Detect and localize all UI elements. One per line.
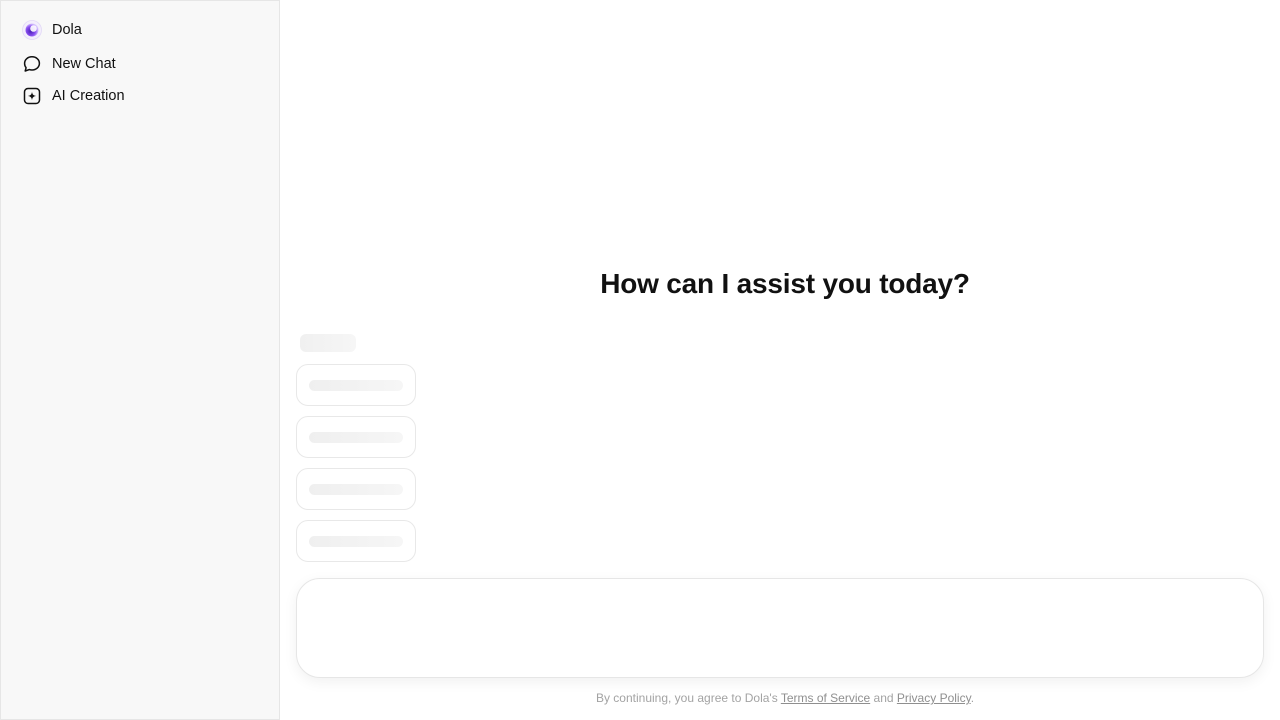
- loading-bar: [309, 536, 403, 547]
- dola-logo-icon: [22, 20, 42, 40]
- sidebar-item-label: Dola: [52, 22, 82, 38]
- page-title: How can I assist you today?: [600, 268, 970, 299]
- loading-bar: [309, 432, 403, 443]
- legal-suffix: .: [970, 691, 975, 705]
- legal-and: and: [870, 691, 897, 705]
- sidebar-item-dola[interactable]: Dola: [22, 18, 82, 42]
- legal-prefix: By continuing, you agree to Dola's: [595, 691, 781, 705]
- terms-of-service-link[interactable]: Terms of Service: [781, 691, 870, 705]
- loading-suggestion-card: [296, 520, 416, 562]
- loading-suggestion-card: [296, 468, 416, 510]
- sidebar-item-ai-creation[interactable]: AI Creation: [22, 84, 125, 108]
- sidebar-item-label: New Chat: [52, 56, 116, 72]
- loading-bar: [309, 380, 403, 391]
- chat-bubble-icon: [22, 54, 42, 74]
- sidebar-item-new-chat[interactable]: New Chat: [22, 52, 116, 76]
- message-input[interactable]: [297, 579, 1263, 677]
- loading-suggestion-card: [296, 364, 416, 406]
- app-window: Dola New Chat AI Creation How can I assi…: [0, 0, 1280, 720]
- sidebar-item-label: AI Creation: [52, 88, 125, 104]
- privacy-policy-link[interactable]: Privacy Policy: [897, 691, 971, 705]
- loading-bar: [309, 484, 403, 495]
- sidebar: Dola New Chat AI Creation: [0, 0, 280, 720]
- legal-notice: By continuing, you agree to Dola's Terms…: [280, 691, 1280, 705]
- plus-sparkle-square-icon: [22, 86, 42, 106]
- message-composer: [296, 578, 1264, 678]
- loading-placeholder-chip: [300, 334, 356, 352]
- loading-suggestion-card: [296, 416, 416, 458]
